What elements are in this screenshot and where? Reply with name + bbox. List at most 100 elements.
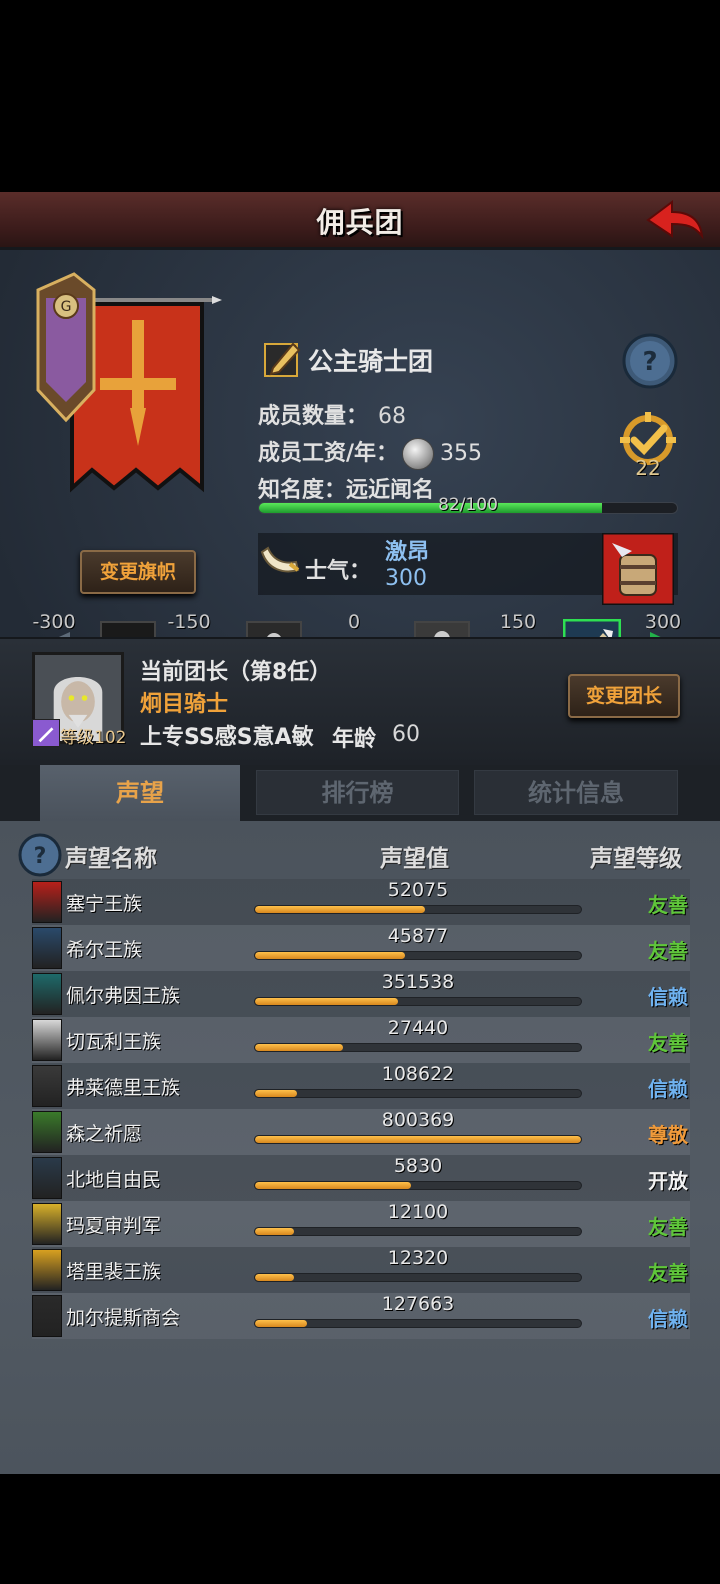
- silver-coin-icon: [402, 438, 435, 470]
- reputation-value: 351538: [381, 971, 455, 993]
- reputation-bar: [254, 997, 582, 1006]
- svg-text:G: G: [61, 299, 72, 315]
- svg-text:?: ?: [34, 844, 47, 869]
- reputation-bar-fill: [255, 1136, 581, 1143]
- reputation-bar-fill: [255, 906, 425, 913]
- tab-bar: 声望 排行榜 统计信息: [0, 765, 720, 821]
- reputation-bar: [254, 1089, 582, 1098]
- faction-name: 北地自由民: [66, 1169, 162, 1191]
- task-count: 22: [635, 456, 661, 480]
- leader-title: 当前团长（第8任）: [140, 660, 332, 685]
- reputation-value: 5830: [393, 1155, 443, 1177]
- header-name: 声望名称: [65, 846, 157, 872]
- header-value: 声望值: [380, 846, 449, 872]
- tree-icon: [32, 1111, 62, 1153]
- reputation-bar-fill: [255, 1182, 412, 1189]
- member-count: 成员数量： 68: [258, 404, 407, 429]
- reputation-level: 友善: [648, 1215, 688, 1239]
- reputation-row[interactable]: 塔里裴王族 12320 友善: [32, 1247, 690, 1293]
- reputation-row[interactable]: 塞宁王族 52075 友善: [32, 879, 690, 925]
- guild-banner-icon: G: [36, 272, 222, 493]
- page-title: 佣兵团: [316, 206, 404, 239]
- reputation-row[interactable]: 佩尔弗因王族 351538 信赖: [32, 971, 690, 1017]
- help-icon[interactable]: ?: [622, 333, 678, 389]
- morale-state: 激昂: [385, 540, 430, 565]
- reputation-row[interactable]: 加尔提斯商会 127663 信赖: [32, 1293, 690, 1339]
- change-leader-button[interactable]: 变更团长: [568, 674, 680, 718]
- member-wage: 成员工资/年： 355: [258, 435, 482, 470]
- leader-age: 60: [392, 722, 420, 747]
- faction-name: 加尔提斯商会: [66, 1307, 181, 1329]
- teal-wave-icon: [32, 973, 62, 1015]
- reputation-row[interactable]: 玛夏审判军 12100 友善: [32, 1201, 690, 1247]
- red-shield-icon: [32, 881, 62, 923]
- reputation-level: 友善: [648, 1031, 688, 1055]
- change-flag-button[interactable]: 变更旗帜: [80, 550, 196, 594]
- leader-attributes: 上专SS感S意A敏: [140, 725, 314, 750]
- reputation-bar-fill: [255, 1090, 298, 1097]
- reputation-bar: [254, 905, 582, 914]
- faction-name: 塔里裴王族: [66, 1261, 162, 1283]
- reputation-level: 友善: [648, 939, 688, 963]
- reputation-bar: [254, 1227, 582, 1236]
- faction-name: 切瓦利王族: [66, 1031, 162, 1053]
- reputation-row[interactable]: 森之祈愿 800369 尊敬: [32, 1109, 690, 1155]
- morale-value: 300: [385, 566, 427, 591]
- faction-name: 希尔王族: [66, 939, 143, 961]
- horn-icon: [260, 546, 300, 573]
- leader-name: 炯目骑士: [140, 692, 229, 717]
- tab-reputation[interactable]: 声望: [40, 765, 240, 821]
- scales-icon: [32, 1019, 62, 1061]
- skull-icon: [32, 1065, 62, 1107]
- faction-name: 佩尔弗因王族: [66, 985, 181, 1007]
- leader-panel: 等级102 当前团长（第8任） 炯目骑士 上专SS感S意A敏 年龄 60 变更团…: [0, 637, 720, 765]
- reputation-value: 45877: [387, 925, 449, 947]
- reputation-level: 信赖: [648, 985, 688, 1009]
- faction-name: 森之祈愿: [66, 1123, 143, 1145]
- reputation-level: 信赖: [648, 1307, 688, 1331]
- reputation-value: 127663: [381, 1293, 455, 1315]
- barrel-icon[interactable]: [602, 533, 674, 605]
- reputation-bar: [254, 1043, 582, 1052]
- reputation-row[interactable]: 弗莱德里王族 108622 信赖: [32, 1063, 690, 1109]
- blue-crest-icon: [32, 927, 62, 969]
- reputation-value: 27440: [387, 1017, 449, 1039]
- reputation-value: 800369: [381, 1109, 455, 1131]
- chest-icon: [32, 1295, 62, 1337]
- header-level: 声望等级: [590, 846, 682, 872]
- faction-name: 弗莱德里王族: [66, 1077, 181, 1099]
- tab-statistics[interactable]: 统计信息: [474, 770, 678, 815]
- faction-name: 塞宁王族: [66, 893, 143, 915]
- sun-sword-icon: [32, 1203, 62, 1245]
- reputation-row[interactable]: 北地自由民 5830 开放: [32, 1155, 690, 1201]
- morale-label: 士气：: [305, 559, 372, 584]
- leader-level: 等级102: [60, 728, 127, 748]
- reputation-bar-fill: [255, 998, 399, 1005]
- reputation-bar: [254, 1135, 582, 1144]
- reputation-level: 信赖: [648, 1077, 688, 1101]
- fame-progress-text: 82/100: [438, 495, 498, 515]
- tab-leaderboard[interactable]: 排行榜: [256, 770, 459, 815]
- reputation-bar: [254, 1181, 582, 1190]
- reputation-row[interactable]: 切瓦利王族 27440 友善: [32, 1017, 690, 1063]
- back-arrow-icon[interactable]: [642, 198, 706, 242]
- reputation-value: 12100: [387, 1201, 449, 1223]
- axe-icon: [32, 1157, 62, 1199]
- reputation-bar: [254, 951, 582, 960]
- reputation-bar-fill: [255, 1228, 295, 1235]
- faction-name: 玛夏审判军: [66, 1215, 162, 1237]
- mercenary-screen: 佣兵团 G 变更旗帜 公主骑士团 ? 成员数量： 68 成员工资/年： 355 …: [0, 192, 720, 1474]
- gold-crown-icon: [32, 1249, 62, 1291]
- reputation-bar-fill: [255, 952, 405, 959]
- reputation-bar: [254, 1319, 582, 1328]
- reputation-bar: [254, 1273, 582, 1282]
- reputation-row[interactable]: 希尔王族 45877 友善: [32, 925, 690, 971]
- guild-name: 公主骑士团: [308, 347, 434, 376]
- edit-icon[interactable]: [263, 338, 303, 378]
- reputation-level: 友善: [648, 893, 688, 917]
- reputation-bar-fill: [255, 1320, 308, 1327]
- reputation-level: 友善: [648, 1261, 688, 1285]
- reputation-value: 12320: [387, 1247, 449, 1269]
- reputation-value: 108622: [381, 1063, 455, 1085]
- help-icon[interactable]: ?: [18, 833, 62, 877]
